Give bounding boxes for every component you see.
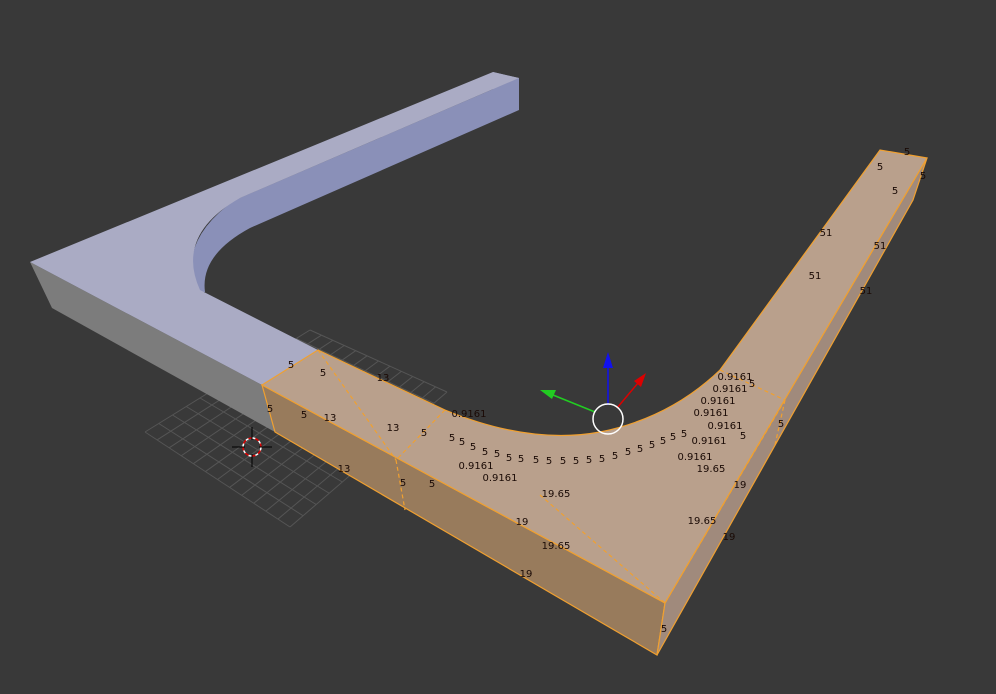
edge-length-label: 5 (267, 404, 273, 415)
edge-length-label: 19.65 (688, 516, 717, 527)
edge-length-label: 19 (734, 480, 747, 491)
gizmo-center-ring[interactable] (592, 403, 624, 435)
edge-length-label: 0.9161 (713, 384, 748, 395)
edge-length-label: 5 (494, 449, 500, 460)
edge-length-label: 19.65 (542, 541, 571, 552)
edge-length-label: 19.65 (542, 489, 571, 500)
edge-length-label: 5 (421, 428, 427, 439)
edge-length-label: 5 (533, 455, 539, 466)
edge-length-label: 0.9161 (718, 372, 753, 383)
transform-gizmo[interactable] (540, 352, 646, 435)
edge-length-label: 51 (860, 286, 873, 297)
edge-length-label: 5 (649, 440, 655, 451)
edge-length-label: 5 (288, 360, 294, 371)
edge-length-label: 5 (470, 442, 476, 453)
z-axis-arrow-icon[interactable] (603, 352, 613, 368)
edge-length-label: 51 (809, 271, 822, 282)
edge-length-label: 0.9161 (701, 396, 736, 407)
edge-length-label: 5 (920, 171, 926, 182)
edge-length-label: 5 (301, 410, 307, 421)
edge-length-label: 5 (612, 451, 618, 462)
edge-length-label: 5 (482, 447, 488, 458)
edge-length-label: 5 (586, 455, 592, 466)
edge-length-label: 19 (520, 569, 533, 580)
edge-length-label: 0.9161 (483, 473, 518, 484)
edge-length-label: 13 (387, 423, 400, 434)
edge-length-label: 5 (599, 454, 605, 465)
edge-length-label: 19 (723, 532, 736, 543)
edge-length-label: 0.9161 (452, 409, 487, 420)
edge-length-label: 5 (400, 478, 406, 489)
edge-length-label: 5 (573, 456, 579, 467)
edge-length-label: 5 (560, 456, 566, 467)
edge-length-label: 5 (749, 379, 755, 390)
edge-length-label: 13 (324, 413, 337, 424)
edge-length-label: 5 (449, 433, 455, 444)
selected-object[interactable] (260, 149, 928, 656)
edge-length-label: 5 (661, 624, 667, 635)
edge-length-label: 5 (625, 447, 631, 458)
selected-top-face (260, 149, 928, 604)
y-axis-arrow-icon[interactable] (540, 390, 556, 399)
viewport-canvas[interactable]: 55555151515155 1355 13131355 50.91610.91610… (0, 0, 996, 694)
edge-length-label: 5 (506, 453, 512, 464)
edge-length-label: 5 (429, 479, 435, 490)
edge-length-label: 51 (820, 228, 833, 239)
edge-length-label: 5 (546, 456, 552, 467)
edge-length-label: 5 (320, 368, 326, 379)
edge-length-label: 0.9161 (694, 408, 729, 419)
edge-length-label: 0.9161 (708, 421, 743, 432)
edge-length-label: 0.9161 (692, 436, 727, 447)
edge-length-label: 5 (637, 444, 643, 455)
3d-viewport[interactable]: 5 5 5 5 51 51 51 51 5 5 13 5 5 13 13 13 5 5 5 0.9161 0.9161 0… (0, 0, 996, 694)
edge-length-label: 13 (377, 373, 390, 384)
edge-length-label: 5 (459, 437, 465, 448)
edge-length-label: 5 (877, 162, 883, 173)
edge-length-label: 13 (338, 464, 351, 475)
edge-length-label: 19 (516, 517, 529, 528)
edge-length-label: 5 (670, 432, 676, 443)
edge-length-label: 5 (778, 419, 784, 430)
edge-length-label: 5 (904, 147, 910, 158)
edge-length-label: 19.65 (697, 464, 726, 475)
edge-length-label: 51 (874, 241, 887, 252)
edge-length-label: 0.9161 (678, 452, 713, 463)
edge-length-label: 0.9161 (459, 461, 494, 472)
edge-length-label: 5 (681, 429, 687, 440)
edge-length-label: 5 (518, 454, 524, 465)
edge-length-label: 5 (740, 431, 746, 442)
edge-length-label: 5 (660, 436, 666, 447)
edge-length-label: 5 (892, 186, 898, 197)
